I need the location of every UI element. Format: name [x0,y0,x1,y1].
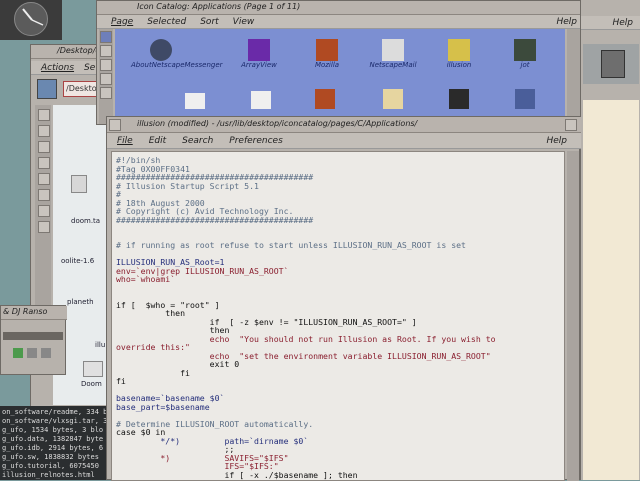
catalog-icon-arrayview[interactable]: ArrayView [229,39,289,69]
menu-preferences[interactable]: Preferences [229,136,283,146]
catalog-icon-mozilla[interactable]: Mozilla [297,39,357,69]
menu-search[interactable]: Search [182,136,213,146]
tool-button[interactable] [38,141,50,153]
menu-actions[interactable]: Actions [41,63,74,73]
terminal-line: g_ufo.idb, 2914 bytes, 6 [2,444,104,452]
file-label: illu [95,341,106,349]
catalog-icon-row2[interactable] [449,89,469,109]
file-label: Doom [81,380,102,388]
tool-button[interactable] [38,221,50,233]
catalog-icon-row2[interactable] [251,91,271,109]
window-title: /Desktop/d [57,46,101,55]
file-label: doom.ta [71,217,101,225]
stop-button[interactable] [27,348,37,358]
code-line: fi [116,376,126,386]
catalog-icon-netscape-mail[interactable]: NetscapeMail [363,39,423,69]
right-toolbar [583,44,639,84]
catalog-icon-row2[interactable] [515,89,535,109]
catalog-icon-jot[interactable]: jot [495,39,555,69]
file-label: planeth [67,298,94,306]
clock-widget [0,0,62,40]
code-line: ######################################## [116,214,314,225]
menu-view[interactable]: View [233,17,255,27]
catalog-menubar: Page Selected Sort View Help [97,15,585,29]
tool-button[interactable] [100,31,112,43]
menu-file[interactable]: File [117,136,133,146]
file-label: oolite-1.6 [61,257,95,265]
terminal-line: on_software/readme, 334 b [2,408,108,416]
player-title: & DJ Ranso [3,307,48,316]
catalog-title: Icon Catalog: Applications (Page 1 of 11… [137,2,301,11]
right-panel: Help [580,0,640,480]
terminal-window: on_software/readme, 334 b on_software/vl… [0,406,108,480]
illusion-icon [448,39,470,61]
code-line: fi [116,367,190,378]
catalog-tool-column [99,29,113,124]
editor-window: illusion (modified) - /usr/lib/desktop/i… [106,116,581,481]
terminal-line: g_ufo.data, 1382847 byte [2,435,104,443]
catalog-title-bar[interactable]: Icon Catalog: Applications (Page 1 of 11… [97,1,585,15]
menu-edit[interactable]: Edit [149,136,166,146]
catalog-icon-row2[interactable] [383,89,403,109]
player-progress[interactable] [3,332,63,340]
minimize-button[interactable] [565,119,577,131]
catalog-icon-row2[interactable] [315,89,335,109]
catalog-icon-row2[interactable] [185,93,205,109]
arrayview-icon [248,39,270,61]
menu-page[interactable]: Page [111,17,133,27]
jot-icon [514,39,536,61]
tool-button[interactable] [38,109,50,121]
terminal-line: g_ufo.sw, 1838832 bytes [2,453,99,461]
code-line: base_part=$basename [116,401,210,412]
netscape-messenger-icon [150,39,172,61]
right-menubar: Help [581,16,640,30]
clock-icon [14,2,48,36]
editor-text-area[interactable]: #!/bin/sh #Tag 0X00FF0341 ################… [111,151,565,481]
cube-icon[interactable] [601,50,625,78]
icon-catalog-window: Icon Catalog: Applications (Page 1 of 11… [96,0,585,125]
file-icon[interactable] [83,361,103,377]
right-content [583,100,639,480]
editor-menubar: File Edit Search Preferences Help [107,133,581,149]
tool-button[interactable] [100,87,112,99]
code-line: # if running as root refuse to start unl… [116,240,466,250]
code-line: who=`whoami` [116,274,176,284]
tool-button[interactable] [38,125,50,137]
code-line: if [ -x ./$basename ]; then [116,469,358,480]
play-button[interactable] [13,348,23,358]
tool-button[interactable] [38,157,50,169]
terminal-line: g_ufo.tutorial, 6075450 [2,462,99,470]
tool-button[interactable] [100,45,112,57]
editor-help-menu[interactable]: Help [546,136,567,146]
catalog-help-menu[interactable]: Help [556,17,577,27]
terminal-line: illusion_relnotes.html [2,471,95,479]
catalog-icon-illusion[interactable]: illusion [429,39,489,69]
editor-title-bar[interactable]: illusion (modified) - /usr/lib/desktop/i… [107,117,581,133]
right-help-menu[interactable]: Help [612,18,633,28]
file-icon[interactable] [71,175,87,193]
menu-settings[interactable]: Se [84,63,95,73]
netscape-mail-icon [382,39,404,61]
next-button[interactable] [41,348,51,358]
catalog-icon-area: AboutNetscapeMessenger ArrayView Mozilla… [115,29,565,124]
code-line: # Illusion Startup Script 5.1 [116,180,259,191]
terminal-line: on_software/vlxsgi.tar, 3 [2,417,108,425]
editor-title: illusion (modified) - /usr/lib/desktop/i… [137,119,418,128]
terminal-line: g_ufo, 1534 bytes, 3 blo [2,426,104,434]
player-window: & DJ Ranso [0,305,67,375]
menu-selected[interactable]: Selected [147,17,186,27]
tool-button[interactable] [38,205,50,217]
window-menu-button[interactable] [109,119,121,131]
desktop-path-icon[interactable] [37,79,57,99]
tool-button[interactable] [100,73,112,85]
tool-button[interactable] [38,173,50,185]
player-title-bar[interactable]: & DJ Ranso [1,306,67,320]
editor-scrollbar[interactable] [567,151,579,481]
mozilla-icon [316,39,338,61]
menu-sort[interactable]: Sort [200,17,218,27]
catalog-icon-netscape-messenger[interactable]: AboutNetscapeMessenger [131,39,223,69]
tool-button[interactable] [100,59,112,71]
tool-button[interactable] [38,189,50,201]
